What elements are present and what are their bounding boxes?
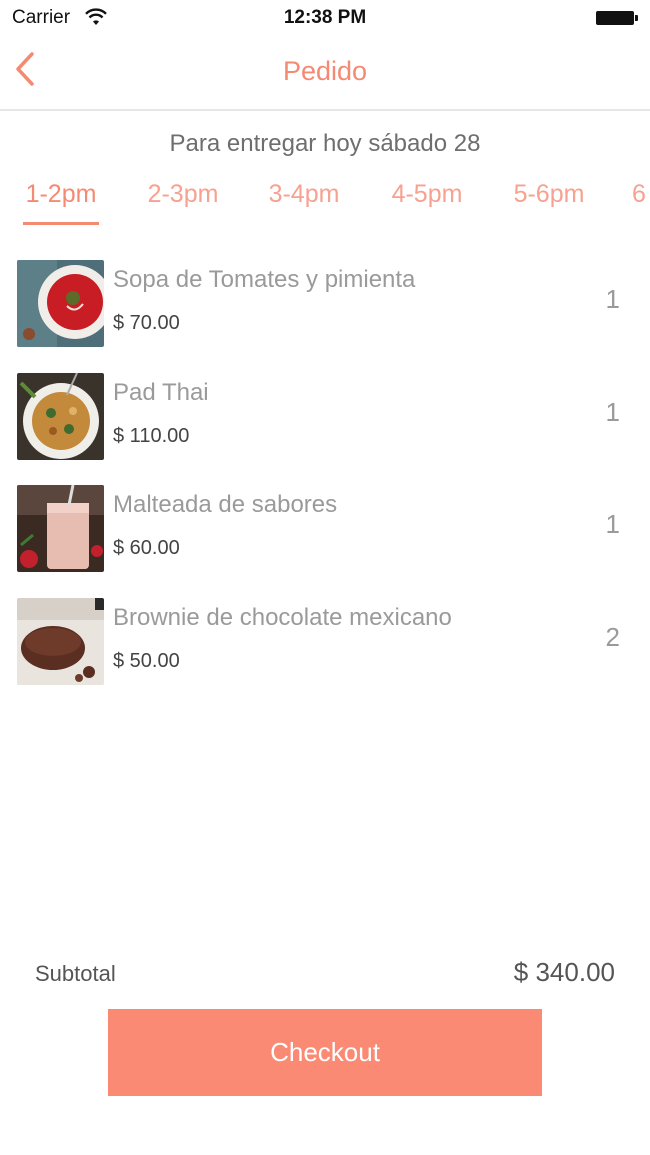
battery-icon bbox=[596, 11, 638, 25]
item-name: Sopa de Tomates y pimienta bbox=[113, 266, 416, 293]
item-price: $ 50.00 bbox=[113, 650, 180, 672]
item-quantity[interactable]: 1 bbox=[606, 397, 620, 428]
item-name: Pad Thai bbox=[113, 379, 209, 406]
clock: 12:38 PM bbox=[283, 7, 367, 28]
item-quantity[interactable]: 1 bbox=[606, 509, 620, 540]
selected-slot-indicator bbox=[23, 222, 99, 225]
time-slot-1-2pm[interactable]: 1-2pm bbox=[11, 180, 111, 209]
subtotal-value: $ 340.00 bbox=[513, 957, 615, 987]
item-image-soup bbox=[17, 260, 104, 347]
status-bar: Carrier 12:38 PM bbox=[0, 0, 650, 36]
item-image-brownie bbox=[17, 598, 104, 685]
page-title: Pedido bbox=[282, 56, 368, 86]
time-slot-4-5pm[interactable]: 4-5pm bbox=[377, 180, 477, 209]
item-name: Malteada de sabores bbox=[113, 491, 338, 518]
item-quantity[interactable]: 1 bbox=[606, 284, 620, 315]
item-quantity[interactable]: 2 bbox=[606, 622, 620, 653]
order-item[interactable]: Sopa de Tomates y pimienta $ 70.00 1 bbox=[0, 260, 650, 360]
time-slot-2-3pm[interactable]: 2-3pm bbox=[133, 180, 233, 209]
item-image-milkshake bbox=[17, 485, 104, 572]
nav-bar: Pedido bbox=[0, 36, 650, 111]
delivery-date-label: Para entregar hoy sábado 28 bbox=[169, 130, 481, 157]
item-price: $ 70.00 bbox=[113, 312, 180, 334]
subtotal-label: Subtotal bbox=[35, 961, 116, 986]
item-image-pad-thai bbox=[17, 373, 104, 460]
item-price: $ 60.00 bbox=[113, 537, 180, 559]
time-slot-6pm[interactable]: 6 bbox=[632, 180, 650, 209]
checkout-button[interactable]: Checkout bbox=[108, 1009, 542, 1096]
order-item[interactable]: Brownie de chocolate mexicano $ 50.00 2 bbox=[0, 598, 650, 698]
item-price: $ 110.00 bbox=[113, 425, 190, 447]
time-slot-5-6pm[interactable]: 5-6pm bbox=[499, 180, 599, 209]
time-slot-3-4pm[interactable]: 3-4pm bbox=[254, 180, 354, 209]
item-name: Brownie de chocolate mexicano bbox=[113, 604, 452, 631]
order-item[interactable]: Pad Thai $ 110.00 1 bbox=[0, 373, 650, 473]
order-item[interactable]: Malteada de sabores $ 60.00 1 bbox=[0, 485, 650, 585]
time-slot-selector: 1-2pm 2-3pm 3-4pm 4-5pm 5-6pm 6 bbox=[0, 180, 650, 230]
